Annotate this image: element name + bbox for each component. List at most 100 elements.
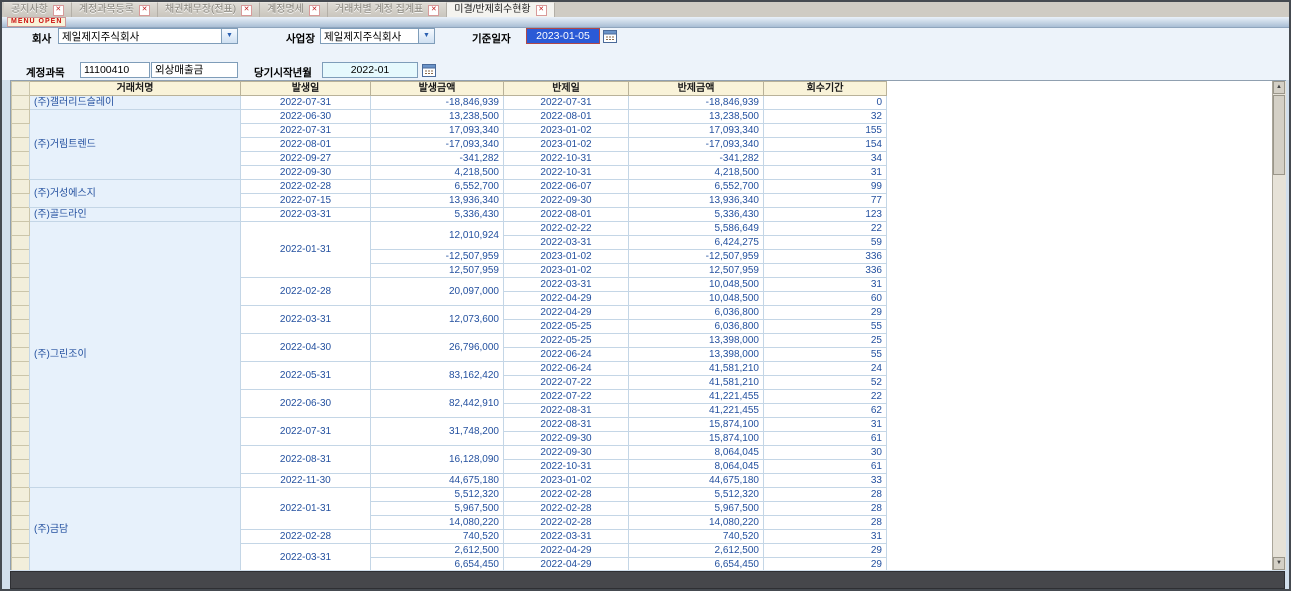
table-cell[interactable]: 2023-01-02 xyxy=(504,264,629,278)
table-cell[interactable]: 2022-04-30 xyxy=(241,334,371,362)
tab-6[interactable]: 미결/반제회수현황✕ xyxy=(447,2,554,17)
table-cell[interactable]: 10,048,500 xyxy=(629,278,764,292)
row-selector[interactable] xyxy=(12,166,30,180)
column-header[interactable]: 반제금액 xyxy=(629,82,764,96)
table-cell[interactable]: 2022-09-30 xyxy=(241,166,371,180)
tab-3[interactable]: 채권채무장(전표)✕ xyxy=(158,2,260,17)
tab-close-icon[interactable]: ✕ xyxy=(53,5,64,16)
table-cell[interactable]: 17,093,340 xyxy=(371,124,504,138)
column-header[interactable]: 발생일 xyxy=(241,82,371,96)
table-cell[interactable]: 0 xyxy=(764,96,887,110)
table-cell[interactable]: 2022-08-01 xyxy=(241,138,371,152)
menu-open-button[interactable]: MENU OPEN xyxy=(7,17,66,27)
table-cell[interactable]: 2022-10-31 xyxy=(504,166,629,180)
table-cell[interactable]: 154 xyxy=(764,138,887,152)
table-cell[interactable]: 10,048,500 xyxy=(629,292,764,306)
table-cell[interactable]: 2022-06-07 xyxy=(504,180,629,194)
table-cell[interactable]: -341,282 xyxy=(371,152,504,166)
table-cell[interactable]: 31,748,200 xyxy=(371,418,504,446)
table-cell[interactable]: 25 xyxy=(764,334,887,348)
row-selector[interactable] xyxy=(12,334,30,348)
table-cell[interactable]: 2022-08-31 xyxy=(504,418,629,432)
table-cell[interactable]: 29 xyxy=(764,558,887,571)
table-cell[interactable]: 740,520 xyxy=(629,530,764,544)
table-cell[interactable]: 82,442,910 xyxy=(371,390,504,418)
table-cell[interactable]: 8,064,045 xyxy=(629,460,764,474)
table-cell[interactable]: 6,552,700 xyxy=(371,180,504,194)
table-cell[interactable]: 22 xyxy=(764,390,887,404)
table-cell[interactable]: 2022-01-31 xyxy=(241,488,371,530)
account-code-input[interactable]: 11100410 xyxy=(80,62,150,78)
table-cell[interactable]: 2022-08-01 xyxy=(504,208,629,222)
table-cell[interactable]: 123 xyxy=(764,208,887,222)
table-cell[interactable]: -17,093,340 xyxy=(629,138,764,152)
row-selector[interactable] xyxy=(12,502,30,516)
table-cell[interactable]: 33 xyxy=(764,474,887,488)
table-cell[interactable]: 52 xyxy=(764,376,887,390)
table-cell[interactable]: 15,874,100 xyxy=(629,432,764,446)
table-cell[interactable]: 2022-10-31 xyxy=(504,460,629,474)
table-cell[interactable]: 13,398,000 xyxy=(629,348,764,362)
table-cell[interactable]: 2023-01-02 xyxy=(504,474,629,488)
horizontal-scrollbar[interactable] xyxy=(10,571,1285,589)
table-cell[interactable]: 31 xyxy=(764,418,887,432)
table-cell[interactable]: 28 xyxy=(764,516,887,530)
table-cell[interactable]: 12,073,600 xyxy=(371,306,504,334)
table-cell[interactable]: 2022-06-30 xyxy=(241,390,371,418)
table-cell[interactable]: 2022-02-28 xyxy=(504,516,629,530)
table-cell[interactable]: 6,036,800 xyxy=(629,306,764,320)
table-cell[interactable]: 12,507,959 xyxy=(371,264,504,278)
row-selector[interactable] xyxy=(12,222,30,236)
row-selector[interactable] xyxy=(12,488,30,502)
chevron-down-icon[interactable]: ▼ xyxy=(418,29,434,43)
row-selector[interactable] xyxy=(12,362,30,376)
table-cell[interactable]: 28 xyxy=(764,488,887,502)
table-cell[interactable]: 2022-05-25 xyxy=(504,320,629,334)
row-selector[interactable] xyxy=(12,96,30,110)
row-selector[interactable] xyxy=(12,264,30,278)
table-cell[interactable]: 15,874,100 xyxy=(629,418,764,432)
row-selector[interactable] xyxy=(12,236,30,250)
account-name-input[interactable]: 외상매출금 xyxy=(151,62,238,78)
table-cell[interactable]: 2022-04-29 xyxy=(504,558,629,571)
table-cell[interactable]: 31 xyxy=(764,278,887,292)
table-cell[interactable]: (주)금담 xyxy=(30,488,241,571)
table-cell[interactable]: (주)갤러리드슬레이 xyxy=(30,96,241,110)
table-cell[interactable]: 2022-08-31 xyxy=(241,446,371,474)
row-selector[interactable] xyxy=(12,474,30,488)
row-selector[interactable] xyxy=(12,110,30,124)
table-cell[interactable]: 2022-03-31 xyxy=(241,544,371,571)
column-header[interactable]: 회수기간 xyxy=(764,82,887,96)
table-cell[interactable]: 5,967,500 xyxy=(371,502,504,516)
tab-4[interactable]: 계정명세✕ xyxy=(260,2,328,17)
tab-close-icon[interactable]: ✕ xyxy=(309,5,320,16)
column-header[interactable]: 발생금액 xyxy=(371,82,504,96)
table-cell[interactable]: -18,846,939 xyxy=(371,96,504,110)
table-cell[interactable]: 4,218,500 xyxy=(629,166,764,180)
table-cell[interactable]: 2022-02-22 xyxy=(504,222,629,236)
calendar-icon[interactable] xyxy=(422,63,436,77)
row-selector[interactable] xyxy=(12,180,30,194)
table-cell[interactable]: 2022-06-30 xyxy=(241,110,371,124)
table-cell[interactable]: 2022-09-27 xyxy=(241,152,371,166)
table-cell[interactable]: 28 xyxy=(764,502,887,516)
row-selector[interactable] xyxy=(12,292,30,306)
table-cell[interactable]: 2022-08-31 xyxy=(504,404,629,418)
table-cell[interactable]: 5,336,430 xyxy=(371,208,504,222)
column-header[interactable]: 반제일 xyxy=(504,82,629,96)
table-cell[interactable]: 60 xyxy=(764,292,887,306)
table-cell[interactable]: 30 xyxy=(764,446,887,460)
table-cell[interactable]: 55 xyxy=(764,320,887,334)
table-cell[interactable]: 13,398,000 xyxy=(629,334,764,348)
table-cell[interactable]: 32 xyxy=(764,110,887,124)
table-cell[interactable]: -18,846,939 xyxy=(629,96,764,110)
table-cell[interactable]: 24 xyxy=(764,362,887,376)
site-select[interactable]: 제일제지주식회사 ▼ xyxy=(320,28,435,44)
row-selector[interactable] xyxy=(12,348,30,362)
table-cell[interactable]: 2022-05-31 xyxy=(241,362,371,390)
table-cell[interactable]: 336 xyxy=(764,250,887,264)
table-cell[interactable]: 31 xyxy=(764,530,887,544)
table-cell[interactable]: 2022-07-22 xyxy=(504,390,629,404)
table-cell[interactable]: 5,586,649 xyxy=(629,222,764,236)
table-cell[interactable]: -12,507,959 xyxy=(629,250,764,264)
